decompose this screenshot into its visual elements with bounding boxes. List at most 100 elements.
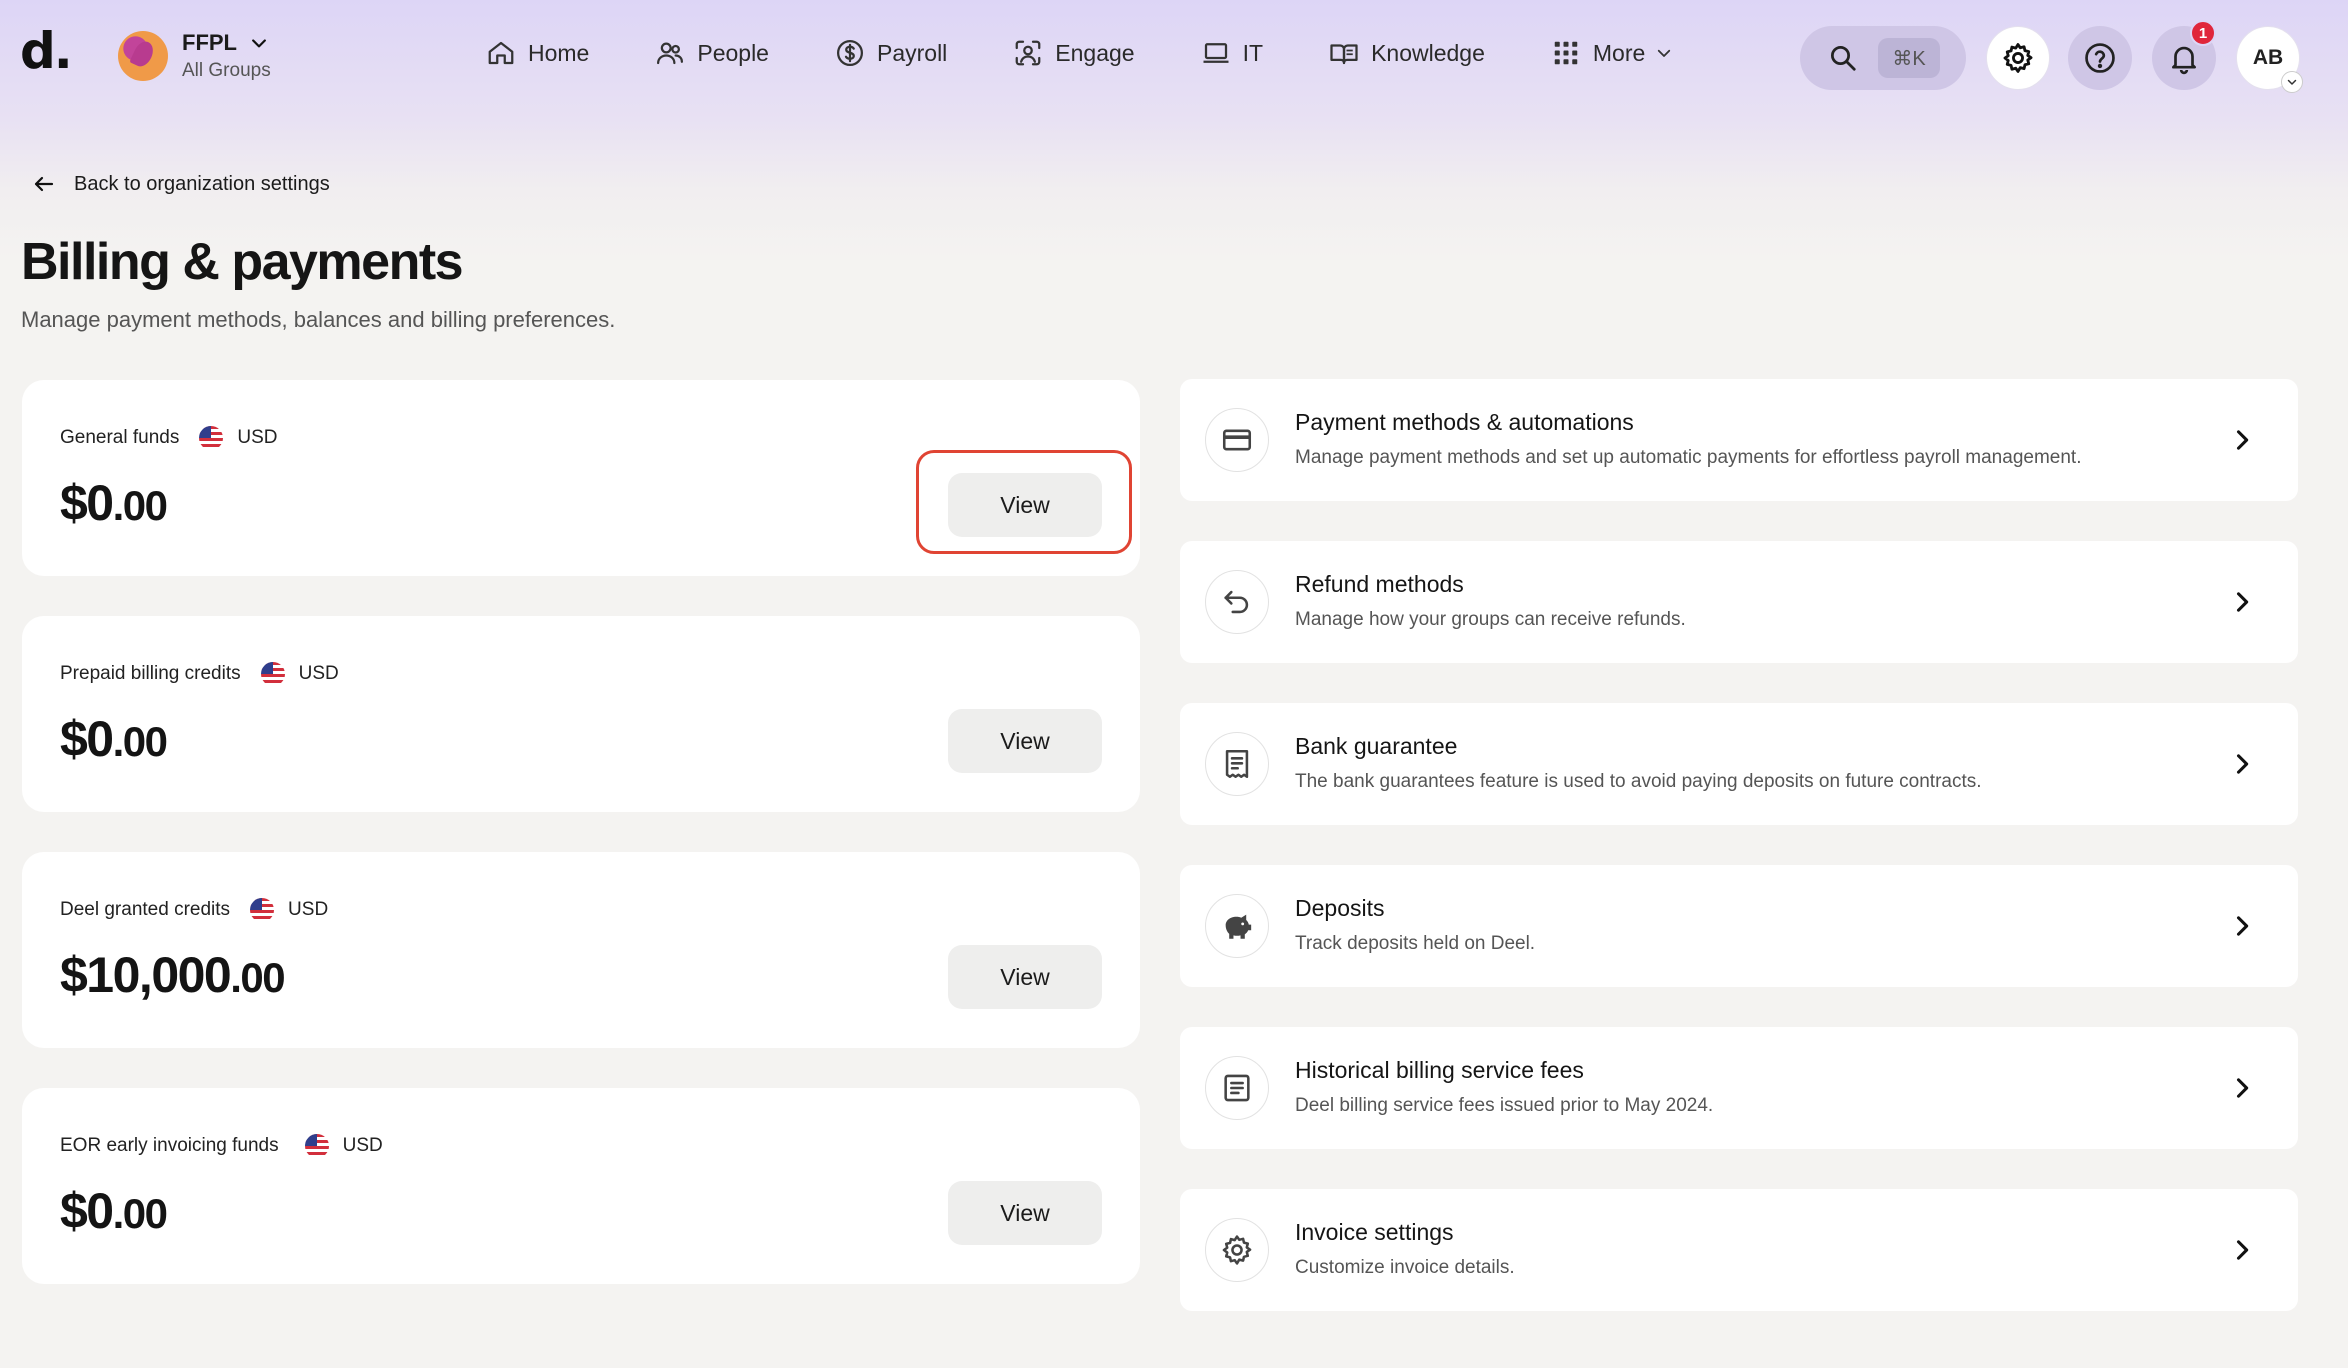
setting-title: Payment methods & automations bbox=[1295, 409, 1634, 435]
nav-item-people[interactable]: People bbox=[655, 38, 769, 68]
nav-item-home[interactable]: Home bbox=[486, 38, 589, 68]
balance-currency: USD bbox=[237, 427, 278, 448]
nav-item-engage[interactable]: Engage bbox=[1013, 38, 1135, 68]
org-avatar bbox=[118, 31, 168, 81]
setting-title: Historical billing service fees bbox=[1295, 1057, 1584, 1083]
balance-label-row: Prepaid billing credits USD bbox=[60, 662, 339, 686]
deel-logo[interactable]: d. bbox=[20, 26, 73, 76]
amount-main: $0 bbox=[60, 711, 114, 767]
nav-label: Knowledge bbox=[1371, 39, 1485, 66]
nav-label: More bbox=[1592, 39, 1646, 66]
nav-label: IT bbox=[1242, 39, 1264, 66]
help-button[interactable] bbox=[2068, 26, 2132, 90]
chevron-right-icon bbox=[2236, 592, 2249, 612]
chevron-right-icon bbox=[2236, 1078, 2249, 1098]
chevron-down-icon bbox=[252, 39, 266, 48]
settings-button[interactable] bbox=[1986, 26, 2050, 90]
back-to-org-settings-link[interactable]: Back to organization settings bbox=[32, 172, 330, 196]
nav-item-knowledge[interactable]: Knowledge bbox=[1329, 38, 1485, 68]
nav-item-payroll[interactable]: Payroll bbox=[835, 38, 947, 68]
nav-label: Home bbox=[528, 39, 590, 66]
amount-main: $10,000 bbox=[60, 947, 232, 1003]
balance-label-row: General funds USD bbox=[60, 426, 277, 450]
gear-icon bbox=[1222, 1235, 1252, 1265]
notification-count-badge: 1 bbox=[2190, 20, 2216, 46]
us-flag-icon bbox=[304, 1134, 329, 1158]
balance-card-deel-granted-credits: Deel granted credits USD $10,000.00 View bbox=[22, 852, 1140, 1048]
back-link-label: Back to organization settings bbox=[74, 172, 330, 195]
undo-arrow-icon bbox=[1224, 590, 1249, 614]
amount-cents: .00 bbox=[112, 482, 168, 529]
org-name: FFPL bbox=[182, 30, 271, 56]
top-navigation-bar: d. FFPL All Groups Home People Payroll E… bbox=[0, 0, 2348, 116]
piggy-bank-icon bbox=[1225, 914, 1252, 939]
setting-description: The bank guarantees feature is used to a… bbox=[1295, 771, 1982, 792]
settings-item-invoice-settings[interactable]: Invoice settings Customize invoice detai… bbox=[1180, 1189, 2298, 1311]
page-subtitle: Manage payment methods, balances and bil… bbox=[21, 307, 616, 332]
nav-label: People bbox=[697, 39, 769, 66]
nav-item-it[interactable]: IT bbox=[1201, 38, 1263, 68]
setting-title: Bank guarantee bbox=[1295, 733, 1458, 759]
dollar-circle-icon bbox=[836, 40, 863, 66]
receipt-icon bbox=[1225, 749, 1249, 779]
arrow-left-icon bbox=[34, 176, 54, 192]
chevron-right-icon bbox=[2236, 430, 2249, 450]
balance-label: Prepaid billing credits bbox=[60, 663, 241, 684]
chevron-right-icon bbox=[2236, 916, 2249, 936]
org-name-label: FFPL bbox=[182, 30, 237, 55]
user-avatar-button[interactable]: AB bbox=[2236, 26, 2303, 93]
balance-currency: USD bbox=[298, 663, 339, 684]
chevron-down-icon bbox=[2287, 79, 2297, 85]
setting-icon-wrapper bbox=[1205, 1218, 1269, 1282]
search-icon bbox=[1831, 46, 1856, 71]
balance-amount: $0.00 bbox=[60, 474, 168, 532]
amount-cents: .00 bbox=[112, 718, 168, 765]
us-flag-icon bbox=[260, 662, 285, 686]
balance-amount: $0.00 bbox=[60, 1182, 168, 1240]
settings-item-payment-methods[interactable]: Payment methods & automations Manage pay… bbox=[1180, 379, 2298, 501]
balance-currency: USD bbox=[288, 899, 329, 920]
document-icon bbox=[1224, 1074, 1250, 1102]
avatar-menu-chevron bbox=[2281, 71, 2303, 93]
us-flag-icon bbox=[199, 426, 224, 450]
settings-item-historical-billing-fees[interactable]: Historical billing service fees Deel bil… bbox=[1180, 1027, 2298, 1149]
balance-amount: $10,000.00 bbox=[60, 946, 286, 1004]
gear-icon bbox=[2003, 43, 2033, 73]
settings-item-refund-methods[interactable]: Refund methods Manage how your groups ca… bbox=[1180, 541, 2298, 663]
setting-title: Deposits bbox=[1295, 895, 1385, 921]
setting-description: Customize invoice details. bbox=[1295, 1257, 1515, 1278]
settings-item-bank-guarantee[interactable]: Bank guarantee The bank guarantees featu… bbox=[1180, 703, 2298, 825]
org-switcher[interactable]: FFPL All Groups bbox=[118, 30, 271, 82]
balance-card-prepaid-billing-credits: Prepaid billing credits USD $0.00 View bbox=[22, 616, 1140, 812]
balance-amount: $0.00 bbox=[60, 710, 168, 768]
credit-card-icon bbox=[1222, 429, 1252, 451]
balance-label: Deel granted credits bbox=[60, 899, 231, 920]
org-text: FFPL All Groups bbox=[182, 30, 271, 82]
main-nav: Home People Payroll Engage IT Knowledge … bbox=[486, 38, 1739, 68]
chevron-right-icon bbox=[2236, 754, 2249, 774]
setting-title: Invoice settings bbox=[1295, 1219, 1454, 1245]
help-circle-icon bbox=[2085, 43, 2115, 73]
view-prepaid-billing-credits-button[interactable]: View bbox=[948, 709, 1102, 773]
setting-title: Refund methods bbox=[1295, 571, 1464, 597]
notifications-button[interactable]: 1 bbox=[2152, 20, 2216, 90]
setting-icon-wrapper bbox=[1205, 1056, 1269, 1120]
amount-main: $0 bbox=[60, 1183, 114, 1239]
amount-cents: .00 bbox=[230, 954, 285, 1001]
setting-icon-wrapper bbox=[1205, 894, 1269, 958]
balance-label: EOR early invoicing funds bbox=[60, 1135, 279, 1156]
balance-currency: USD bbox=[342, 1135, 383, 1156]
nav-item-more[interactable]: More bbox=[1551, 38, 1673, 68]
bell-icon bbox=[2172, 46, 2196, 75]
amount-main: $0 bbox=[60, 475, 114, 531]
setting-description: Track deposits held on Deel. bbox=[1295, 933, 1536, 954]
view-eor-early-invoicing-funds-button[interactable]: View bbox=[948, 1181, 1102, 1245]
balance-label-row: EOR early invoicing funds USD bbox=[60, 1134, 383, 1158]
view-deel-granted-credits-button[interactable]: View bbox=[948, 945, 1102, 1009]
balance-card-eor-early-invoicing-funds: EOR early invoicing funds USD $0.00 View bbox=[22, 1088, 1140, 1284]
global-search-button[interactable]: ⌘K bbox=[1800, 26, 1966, 90]
settings-item-deposits[interactable]: Deposits Track deposits held on Deel. bbox=[1180, 865, 2298, 987]
amount-cents: .00 bbox=[112, 1190, 168, 1237]
setting-icon-wrapper bbox=[1205, 732, 1269, 796]
us-flag-icon bbox=[250, 898, 275, 922]
